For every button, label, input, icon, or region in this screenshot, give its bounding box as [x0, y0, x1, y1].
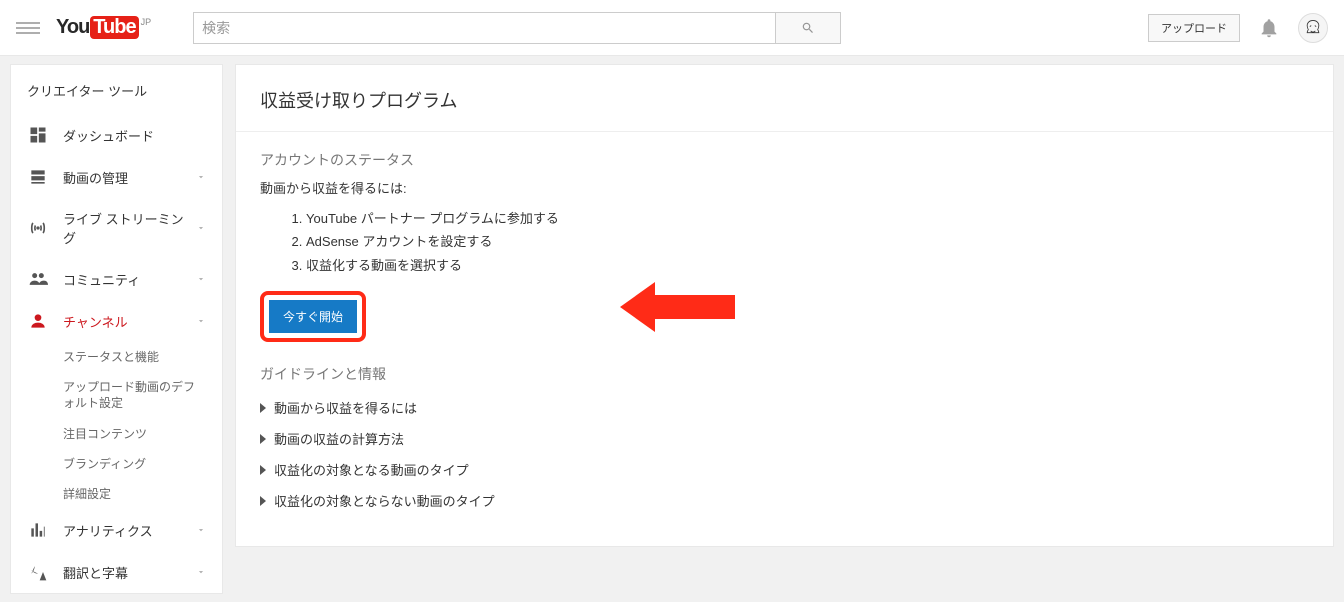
sidebar-item-live-streaming[interactable]: ライブ ストリーミング	[11, 198, 222, 258]
account-status-heading: アカウントのステータス	[260, 150, 1309, 170]
sidebar-title: クリエイター ツール	[11, 65, 222, 114]
guideline-item[interactable]: 動画から収益を得るには	[260, 392, 1309, 423]
start-now-button[interactable]: 今すぐ開始	[269, 300, 357, 333]
sidebar-item-label: ダッシュボード	[63, 126, 154, 145]
translate-icon	[27, 562, 49, 582]
chevron-down-icon	[196, 316, 206, 326]
avatar-button[interactable]	[1298, 13, 1328, 43]
cta-highlight-box: 今すぐ開始	[260, 291, 366, 342]
sidebar-subitem-branding[interactable]: ブランディング	[11, 449, 222, 479]
chevron-down-icon	[196, 525, 206, 535]
triangle-right-icon	[260, 465, 266, 475]
sidebar-subitem-upload-defaults[interactable]: アップロード動画のデフォルト設定	[11, 372, 222, 418]
sidebar-item-label: アナリティクス	[63, 521, 153, 540]
logo-region-code: JP	[141, 17, 152, 27]
step-item: YouTube パートナー プログラムに参加する	[306, 207, 1309, 230]
triangle-right-icon	[260, 434, 266, 444]
live-streaming-icon	[27, 218, 49, 238]
video-manager-icon	[27, 167, 49, 187]
main-content: 収益受け取りプログラム アカウントのステータス 動画から収益を得るには: You…	[235, 64, 1334, 547]
search-button[interactable]	[776, 12, 841, 44]
sidebar-item-label: 翻訳と字幕	[63, 563, 128, 582]
sidebar-item-label: 動画の管理	[63, 168, 128, 187]
sidebar-item-label: ライブ ストリーミング	[63, 209, 196, 247]
sidebar: クリエイター ツール ダッシュボード 動画の管理 ライブ ストリーミング コミュ…	[10, 64, 223, 594]
hamburger-menu-button[interactable]	[16, 16, 40, 40]
sidebar-item-translations[interactable]: 翻訳と字幕	[11, 551, 222, 593]
guidelines-heading: ガイドラインと情報	[260, 364, 1309, 384]
guideline-item[interactable]: 収益化の対象となる動画のタイプ	[260, 454, 1309, 485]
notifications-bell-icon[interactable]	[1258, 17, 1280, 39]
youtube-logo[interactable]: You Tube JP	[56, 16, 151, 39]
logo-tube-text: Tube	[90, 16, 138, 39]
annotation-arrow-icon	[620, 277, 740, 337]
page-title: 収益受け取りプログラム	[236, 65, 1333, 132]
search-icon	[801, 21, 815, 35]
search-input[interactable]	[193, 12, 776, 44]
guideline-item[interactable]: 収益化の対象とならない動画のタイプ	[260, 485, 1309, 516]
guideline-item[interactable]: 動画の収益の計算方法	[260, 423, 1309, 454]
upload-button[interactable]: アップロード	[1148, 14, 1240, 42]
chevron-down-icon	[196, 274, 206, 284]
chevron-down-icon	[196, 223, 206, 233]
analytics-icon	[27, 520, 49, 540]
sidebar-item-label: コミュニティ	[63, 270, 140, 289]
triangle-right-icon	[260, 403, 266, 413]
sidebar-item-channel[interactable]: チャンネル	[11, 300, 222, 342]
sidebar-item-community[interactable]: コミュニティ	[11, 258, 222, 300]
intro-text: 動画から収益を得るには:	[260, 178, 1309, 197]
sidebar-item-label: チャンネル	[63, 312, 128, 331]
dashboard-icon	[27, 125, 49, 145]
chevron-down-icon	[196, 567, 206, 577]
steps-list: YouTube パートナー プログラムに参加する AdSense アカウントを設…	[260, 207, 1309, 277]
top-header: You Tube JP アップロード	[0, 0, 1344, 56]
step-item: 収益化する動画を選択する	[306, 254, 1309, 277]
chevron-down-icon	[196, 172, 206, 182]
sidebar-subitem-status-features[interactable]: ステータスと機能	[11, 342, 222, 372]
logo-you-text: You	[56, 16, 89, 39]
search-bar	[193, 12, 841, 44]
sidebar-subitem-featured-content[interactable]: 注目コンテンツ	[11, 419, 222, 449]
guidelines-list: 動画から収益を得るには 動画の収益の計算方法 収益化の対象となる動画のタイプ 収…	[260, 392, 1309, 516]
triangle-right-icon	[260, 496, 266, 506]
channel-icon	[27, 311, 49, 331]
community-icon	[27, 269, 49, 289]
sidebar-item-dashboard[interactable]: ダッシュボード	[11, 114, 222, 156]
step-item: AdSense アカウントを設定する	[306, 230, 1309, 253]
sidebar-item-analytics[interactable]: アナリティクス	[11, 509, 222, 551]
sidebar-subitem-advanced[interactable]: 詳細設定	[11, 479, 222, 509]
avatar-icon	[1299, 13, 1327, 43]
sidebar-item-video-manager[interactable]: 動画の管理	[11, 156, 222, 198]
